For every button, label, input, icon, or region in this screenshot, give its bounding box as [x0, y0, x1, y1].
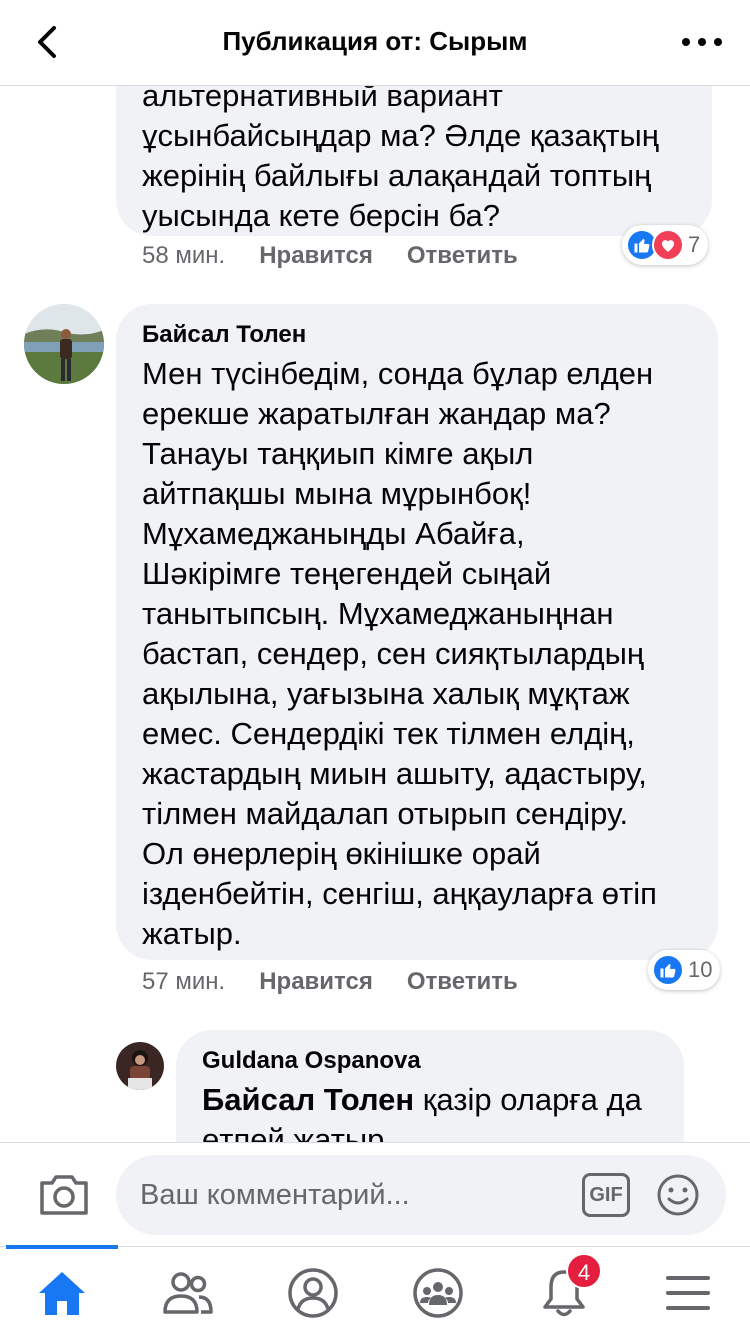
- tab-home[interactable]: [34, 1265, 90, 1321]
- comment-input[interactable]: [140, 1169, 560, 1221]
- avatar[interactable]: [116, 1042, 164, 1090]
- top-bar: Публикация от: Сырым: [0, 0, 750, 86]
- tab-profile[interactable]: [285, 1265, 341, 1321]
- comment-text-line: Ол өнерлерің өкінішке орай: [142, 836, 541, 871]
- avatar[interactable]: [24, 304, 104, 384]
- tab-friends[interactable]: [160, 1265, 216, 1321]
- comment-bubble: альтернативный вариант ұсынбайсыңдар ма?…: [116, 86, 712, 236]
- reply-button[interactable]: Ответить: [407, 242, 518, 270]
- comment-text-line: жатыр.: [142, 916, 242, 951]
- comment-text-line: уысында кете берсін ба?: [142, 198, 500, 233]
- home-icon: [39, 1272, 85, 1315]
- reactions-summary[interactable]: 7: [622, 225, 709, 265]
- like-reaction-icon: [652, 954, 684, 986]
- comment-text-line: Танауы таңқиып кімге ақыл: [142, 436, 534, 471]
- tab-groups[interactable]: [410, 1265, 466, 1321]
- comment-text-line: Мұхамеджаныңды Абайға,: [142, 516, 525, 551]
- comment-input-container[interactable]: GIF: [116, 1155, 726, 1235]
- comment-text-line: танытыпсың. Мұхамеджаныңнан: [142, 596, 614, 631]
- comment-text-line: айтпақшы мына мұрынбоқ!: [142, 476, 532, 511]
- camera-icon: [40, 1175, 88, 1215]
- comment-time: 57 мин.: [142, 968, 226, 995]
- comment-author[interactable]: Guldana Ospanova: [202, 1046, 682, 1076]
- bottom-tab-bar: 4: [0, 1245, 750, 1334]
- profile-icon: [288, 1268, 338, 1318]
- comment-meta: 58 мин. Нравится Ответить: [142, 242, 518, 270]
- mention-link[interactable]: Байсал Толен: [202, 1082, 414, 1117]
- reaction-count: 10: [688, 957, 713, 982]
- comment-text-line: ақылына, уағызына халық мұқтаж: [142, 676, 630, 711]
- more-dot-icon: [682, 38, 690, 46]
- gif-button[interactable]: GIF: [582, 1173, 630, 1217]
- comment-text-line: жастардың миын ашыту, адастыру,: [142, 756, 647, 791]
- comment-text-line: Шәкірімге теңегендей сыңай: [142, 556, 552, 591]
- more-options-button[interactable]: [682, 28, 722, 56]
- comment-text-line: ұсынбайсыңдар ма? Әлде қазақтың: [142, 118, 659, 153]
- camera-button[interactable]: [38, 1171, 90, 1217]
- groups-icon: [413, 1268, 463, 1318]
- comment-text-line: өтпей жатыр: [202, 1122, 385, 1144]
- reaction-count: 7: [688, 232, 701, 257]
- page-title: Публикация от: Сырым: [222, 26, 528, 56]
- notification-badge: 4: [566, 1253, 602, 1289]
- more-dot-icon: [714, 38, 722, 46]
- comment-author[interactable]: Байсал Толен: [142, 320, 712, 350]
- more-dot-icon: [698, 38, 706, 46]
- comments-list[interactable]: альтернативный вариант ұсынбайсыңдар ма?…: [0, 86, 750, 1144]
- friends-icon: [163, 1272, 213, 1314]
- comment-text-fragment: қазір оларға да: [422, 1082, 642, 1117]
- hamburger-menu-icon: [666, 1276, 710, 1310]
- comment-text-line: тілмен майдалап отырып сендіру.: [142, 796, 629, 831]
- comment-text-line: ерекше жаратылған жандар ма?: [142, 396, 611, 431]
- comment-composer: GIF: [0, 1142, 750, 1246]
- comment-time: 58 мин.: [142, 242, 226, 269]
- comment-text-line: Байсал Толен қазір оларға да: [202, 1080, 682, 1120]
- reactions-summary[interactable]: 10: [648, 950, 721, 990]
- comment-text-line: бастап, сендер, сен сияқтылардың: [142, 636, 645, 671]
- smiley-icon: [657, 1174, 699, 1216]
- comment-meta: 57 мин. Нравится Ответить: [142, 968, 518, 996]
- comment-text-line: емес. Сендердікі тек тілмен елдің,: [142, 716, 635, 751]
- tab-menu[interactable]: [660, 1265, 716, 1321]
- comment-text-line: ізденбейтін, сенгіш, аңқауларға өтіп: [142, 876, 657, 911]
- reply-button[interactable]: Ответить: [407, 968, 518, 996]
- comment-text-line: альтернативный вариант: [142, 86, 503, 113]
- like-button[interactable]: Нравится: [259, 242, 373, 270]
- comment-bubble: Guldana Ospanova Байсал Толен қазір олар…: [176, 1030, 684, 1144]
- emoji-button[interactable]: [656, 1173, 700, 1217]
- love-reaction-icon: [652, 229, 684, 261]
- comment-text-line: Мен түсінбедім, сонда бұлар елден: [142, 356, 654, 391]
- comment-text-line: жерінің байлығы алақандай топтың: [142, 158, 652, 193]
- like-button[interactable]: Нравится: [259, 968, 373, 996]
- active-tab-indicator: [6, 1245, 118, 1249]
- comment-bubble: Байсал Толен Мен түсінбедім, сонда бұлар…: [116, 304, 718, 960]
